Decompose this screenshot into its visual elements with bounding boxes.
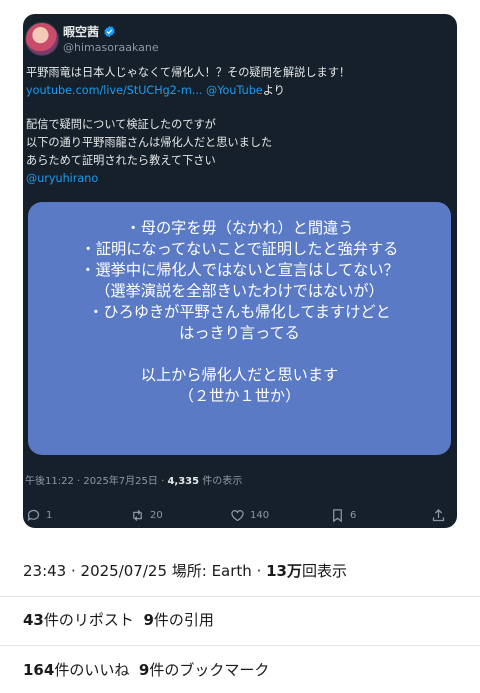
embedded-tweet[interactable]: 暇空茜 @himasoraakane 平野雨竜は日本人じゃなくて帰化人！？その疑… — [23, 14, 457, 528]
quotes-link[interactable]: 9件の引用 — [143, 611, 213, 629]
quote-count: 9 — [143, 611, 154, 629]
avatar[interactable] — [25, 22, 59, 56]
tweet-line: あらためて証明されたら教えて下さい — [26, 154, 216, 167]
like-icon — [231, 510, 244, 522]
share-button[interactable] — [431, 508, 446, 523]
like-count: 140 — [250, 510, 270, 521]
card-line: 以上から帰化人だと思います — [140, 366, 339, 384]
display-name[interactable]: 暇空茜 — [63, 23, 99, 40]
like-button[interactable]: 140 — [230, 508, 269, 523]
handle[interactable]: @himasoraakane — [63, 41, 159, 54]
youtube-link[interactable]: youtube.com/live/StUCHg2-m... — [26, 84, 202, 97]
tweet-line: 以下の通り平野雨龍さんは帰化人だと思いました — [26, 136, 273, 149]
image-card[interactable]: ・母の字を毋（なかれ）と間違う ・証明になってないことで証明したと強弁する ・選… — [28, 202, 451, 455]
post-bookmark-count: 9 — [138, 661, 150, 679]
tweet-meta: 午後11:22 · 2025年7月25日 · 4,335 件の表示 — [25, 472, 242, 487]
mention-link[interactable]: @uryuhirano — [26, 172, 98, 185]
tweet-body: 平野雨竜は日本人じゃなくて帰化人！？その疑問を解説します！ youtube.co… — [26, 64, 446, 188]
post-timestamp[interactable]: 23:43 · 2025/07/25 場所: Earth · — [23, 562, 266, 580]
verified-badge-icon — [104, 25, 115, 38]
post-bookmark-label: 件のブックマーク — [149, 661, 270, 679]
card-line: ・証明になってないことで証明したと強弁する — [80, 240, 399, 258]
view-label: 件の表示 — [199, 476, 243, 487]
bookmark-icon — [333, 509, 342, 523]
post-stats-time: 23:43 · 2025/07/25 場所: Earth · 13万回表示 — [23, 560, 347, 581]
post-stats-reposts: 43件のリポスト 9件の引用 — [23, 609, 214, 630]
tweet-line-link: youtube.com/live/StUCHg2-m... @YouTubeより — [26, 82, 446, 100]
post-view-label: 回表示 — [301, 562, 347, 580]
reposts-link[interactable]: 43件のリポスト — [23, 611, 134, 629]
retweet-button[interactable]: 20 — [130, 508, 163, 523]
reply-icon — [27, 509, 40, 522]
view-count: 4,335 — [167, 476, 200, 487]
author-name-row: 暇空茜 — [63, 23, 116, 40]
card-line: はっきり言ってる — [179, 324, 300, 342]
post-like-label: 件のいいね — [54, 661, 130, 679]
repost-label: 件のリポスト — [43, 611, 134, 629]
divider — [0, 596, 480, 597]
youtube-mention[interactable]: @YouTube — [206, 84, 263, 97]
card-line: ・母の字を毋（なかれ）と間違う — [125, 219, 354, 237]
likes-link[interactable]: 164件のいいね — [23, 661, 129, 679]
reply-button[interactable]: 1 — [26, 508, 52, 523]
post-stats-likes: 164件のいいね 9件のブックマーク — [23, 659, 269, 680]
retweet-icon — [133, 510, 142, 521]
reply-count: 1 — [46, 510, 53, 521]
bookmarks-link[interactable]: 9件のブックマーク — [139, 661, 269, 679]
repost-count: 43 — [23, 611, 44, 629]
tweet-line: 配信で疑問について検証したのですが — [26, 118, 216, 131]
tweet-line: @uryuhirano — [26, 170, 446, 188]
bookmark-button[interactable]: 6 — [330, 508, 356, 523]
share-icon — [432, 508, 445, 522]
tweet-line: 平野雨竜は日本人じゃなくて帰化人！？その疑問を解説します！ — [26, 66, 351, 79]
card-line: （選挙演説を全部きいたわけではないが） — [95, 282, 384, 300]
suffix-text: より — [262, 84, 285, 97]
bookmark-count: 6 — [350, 510, 357, 521]
post-like-count: 164 — [23, 661, 55, 679]
card-line: ・ひろゆきが平野さんも帰化してますけどと — [88, 303, 391, 321]
action-bar: 1 20 140 6 — [23, 508, 457, 528]
card-line: （２世か１世か） — [178, 387, 301, 405]
tweet-timestamp[interactable]: 午後11:22 · 2025年7月25日 · — [25, 476, 167, 487]
post-view-count: 13万 — [266, 562, 302, 580]
quote-label: 件の引用 — [153, 611, 214, 629]
card-line: ・選挙中に帰化人ではないと宣言はしてない？ — [80, 261, 399, 279]
retweet-count: 20 — [150, 510, 163, 521]
divider — [0, 645, 480, 646]
